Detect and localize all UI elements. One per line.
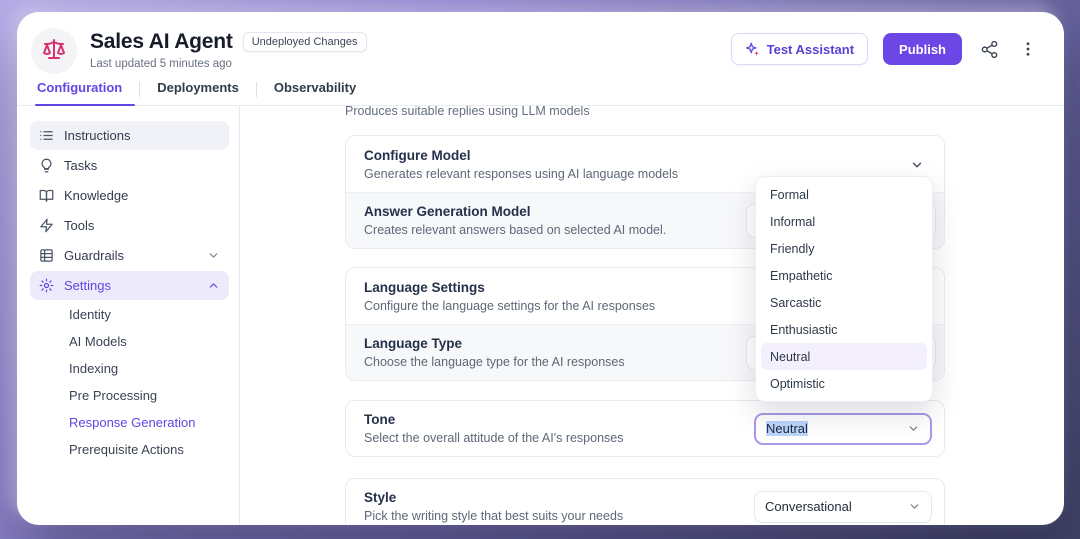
tone-option-enthusiastic[interactable]: Enthusiastic xyxy=(756,316,932,343)
zap-icon xyxy=(39,218,54,233)
status-badge: Undeployed Changes xyxy=(243,32,367,52)
sidebar-item-pre-processing[interactable]: Pre Processing xyxy=(30,382,229,409)
agent-avatar xyxy=(31,28,77,74)
header: Sales AI Agent Undeployed Changes Last u… xyxy=(17,12,1064,76)
sidebar-item-label: Guardrails xyxy=(64,248,124,263)
collapse-chevron-icon[interactable] xyxy=(910,158,924,177)
tone-option-optimistic[interactable]: Optimistic xyxy=(756,370,932,397)
tone-option-formal[interactable]: Formal xyxy=(756,181,932,208)
gear-icon xyxy=(39,278,54,293)
page-title: Sales AI Agent xyxy=(90,30,233,54)
tab-bar: Configuration Deployments Observability xyxy=(17,76,1064,106)
section-description: Produces suitable replies using LLM mode… xyxy=(345,106,945,118)
scales-icon xyxy=(42,37,66,66)
style-card: Style Pick the writing style that best s… xyxy=(345,478,945,525)
test-assistant-label: Test Assistant xyxy=(767,42,854,57)
chevron-down-icon xyxy=(207,249,220,262)
book-icon xyxy=(39,188,54,203)
sidebar-item-guardrails[interactable]: Guardrails xyxy=(30,241,229,270)
header-left: Sales AI Agent Undeployed Changes Last u… xyxy=(31,28,367,74)
sidebar-item-identity[interactable]: Identity xyxy=(30,301,229,328)
sidebar-item-ai-models[interactable]: AI Models xyxy=(30,328,229,355)
tone-option-empathetic[interactable]: Empathetic xyxy=(756,262,932,289)
style-title: Style xyxy=(364,489,623,506)
publish-button[interactable]: Publish xyxy=(883,33,962,65)
table-icon xyxy=(39,248,54,263)
sidebar-item-label: Tasks xyxy=(64,158,97,173)
sidebar-item-label: Instructions xyxy=(64,128,130,143)
chevron-up-icon xyxy=(207,279,220,292)
sparkles-icon xyxy=(745,42,760,57)
style-description: Pick the writing style that best suits y… xyxy=(364,509,623,524)
sidebar-item-tasks[interactable]: Tasks xyxy=(30,151,229,180)
header-actions: Test Assistant Publish xyxy=(731,33,1040,65)
more-options-icon[interactable] xyxy=(1016,37,1040,61)
language-type-description: Choose the language type for the AI resp… xyxy=(364,355,625,370)
sidebar-item-label: Settings xyxy=(64,278,111,293)
sidebar-item-tools[interactable]: Tools xyxy=(30,211,229,240)
share-icon[interactable] xyxy=(977,37,1001,61)
title-block: Sales AI Agent Undeployed Changes Last u… xyxy=(90,28,367,74)
tone-card: Tone Select the overall attitude of the … xyxy=(345,400,945,457)
sidebar-item-indexing[interactable]: Indexing xyxy=(30,355,229,382)
sidebar-item-response-generation[interactable]: Response Generation xyxy=(30,409,229,436)
chevron-down-icon xyxy=(908,500,921,513)
tone-select[interactable]: Neutral xyxy=(754,413,932,445)
style-select[interactable]: Conversational xyxy=(754,491,932,523)
sidebar-item-label: Knowledge xyxy=(64,188,128,203)
tone-select-value: Neutral xyxy=(766,421,808,436)
sidebar-item-prerequisite-actions[interactable]: Prerequisite Actions xyxy=(30,436,229,463)
list-icon xyxy=(39,128,54,143)
tab-deployments[interactable]: Deployments xyxy=(140,80,256,105)
style-select-value: Conversational xyxy=(765,499,852,514)
sidebar-item-instructions[interactable]: Instructions xyxy=(30,121,229,150)
tone-option-neutral[interactable]: Neutral xyxy=(761,343,927,370)
app-window: Sales AI Agent Undeployed Changes Last u… xyxy=(17,12,1064,525)
sidebar-item-knowledge[interactable]: Knowledge xyxy=(30,181,229,210)
sidebar-item-settings[interactable]: Settings xyxy=(30,271,229,300)
chevron-down-icon xyxy=(907,422,920,435)
tone-option-informal[interactable]: Informal xyxy=(756,208,932,235)
configure-model-title: Configure Model xyxy=(364,147,926,164)
tone-title: Tone xyxy=(364,411,624,428)
test-assistant-button[interactable]: Test Assistant xyxy=(731,33,868,65)
tone-option-friendly[interactable]: Friendly xyxy=(756,235,932,262)
sidebar-item-label: Tools xyxy=(64,218,94,233)
answer-generation-model-title: Answer Generation Model xyxy=(364,203,666,220)
language-type-title: Language Type xyxy=(364,335,625,352)
settings-sidebar: Instructions Tasks Knowl xyxy=(17,106,240,525)
response-generation-panel: Produces suitable replies using LLM mode… xyxy=(240,106,1064,525)
tone-dropdown-menu: Formal Informal Friendly Empathetic Sarc… xyxy=(755,176,933,402)
answer-generation-model-description: Creates relevant answers based on select… xyxy=(364,223,666,238)
lightbulb-icon xyxy=(39,158,54,173)
tab-observability[interactable]: Observability xyxy=(257,80,373,105)
tab-configuration[interactable]: Configuration xyxy=(35,80,139,105)
tone-description: Select the overall attitude of the AI's … xyxy=(364,431,624,446)
last-updated-text: Last updated 5 minutes ago xyxy=(90,58,367,70)
tone-option-sarcastic[interactable]: Sarcastic xyxy=(756,289,932,316)
